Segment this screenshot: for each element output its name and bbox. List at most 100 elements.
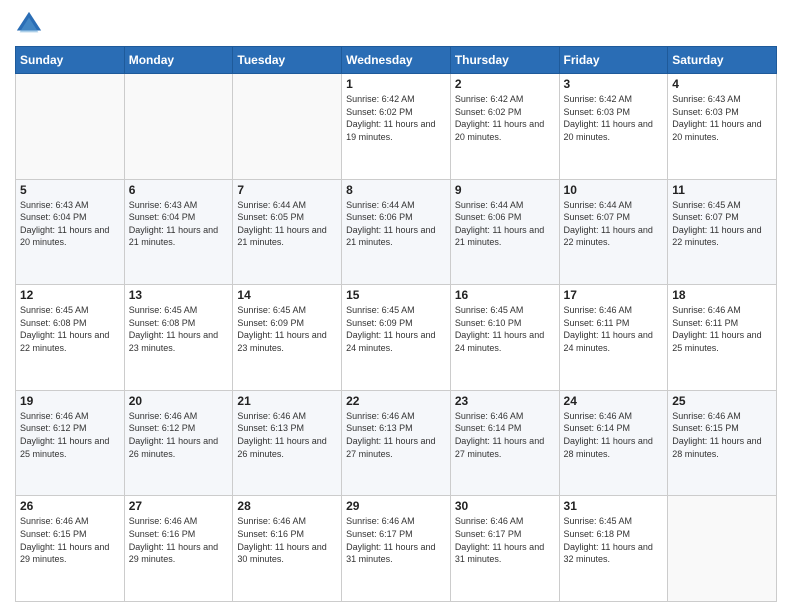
day-number: 19 (20, 394, 120, 408)
day-info: Sunrise: 6:43 AM Sunset: 6:04 PM Dayligh… (20, 199, 120, 249)
calendar-cell: 6 Sunrise: 6:43 AM Sunset: 6:04 PM Daylig… (124, 179, 233, 285)
calendar-week-row: 12 Sunrise: 6:45 AM Sunset: 6:08 PM Dayli… (16, 285, 777, 391)
calendar-cell: 15 Sunrise: 6:45 AM Sunset: 6:09 PM Dayli… (342, 285, 451, 391)
day-number: 14 (237, 288, 337, 302)
day-number: 17 (564, 288, 664, 302)
calendar-cell: 12 Sunrise: 6:45 AM Sunset: 6:08 PM Dayli… (16, 285, 125, 391)
day-info: Sunrise: 6:45 AM Sunset: 6:08 PM Dayligh… (129, 304, 229, 354)
day-number: 8 (346, 183, 446, 197)
day-number: 20 (129, 394, 229, 408)
calendar-cell: 13 Sunrise: 6:45 AM Sunset: 6:08 PM Dayli… (124, 285, 233, 391)
calendar-header-saturday: Saturday (668, 47, 777, 74)
calendar-cell: 24 Sunrise: 6:46 AM Sunset: 6:14 PM Dayli… (559, 390, 668, 496)
day-info: Sunrise: 6:46 AM Sunset: 6:11 PM Dayligh… (564, 304, 664, 354)
day-info: Sunrise: 6:46 AM Sunset: 6:15 PM Dayligh… (672, 410, 772, 460)
day-number: 26 (20, 499, 120, 513)
page: SundayMondayTuesdayWednesdayThursdayFrid… (0, 0, 792, 612)
day-number: 18 (672, 288, 772, 302)
calendar-cell (124, 74, 233, 180)
day-info: Sunrise: 6:45 AM Sunset: 6:10 PM Dayligh… (455, 304, 555, 354)
day-number: 27 (129, 499, 229, 513)
calendar-cell: 25 Sunrise: 6:46 AM Sunset: 6:15 PM Dayli… (668, 390, 777, 496)
calendar-cell: 3 Sunrise: 6:42 AM Sunset: 6:03 PM Daylig… (559, 74, 668, 180)
calendar-week-row: 26 Sunrise: 6:46 AM Sunset: 6:15 PM Dayli… (16, 496, 777, 602)
calendar-cell: 20 Sunrise: 6:46 AM Sunset: 6:12 PM Dayli… (124, 390, 233, 496)
day-info: Sunrise: 6:46 AM Sunset: 6:13 PM Dayligh… (346, 410, 446, 460)
calendar-header-tuesday: Tuesday (233, 47, 342, 74)
day-info: Sunrise: 6:46 AM Sunset: 6:14 PM Dayligh… (455, 410, 555, 460)
calendar-cell: 2 Sunrise: 6:42 AM Sunset: 6:02 PM Daylig… (450, 74, 559, 180)
calendar-table: SundayMondayTuesdayWednesdayThursdayFrid… (15, 46, 777, 602)
day-number: 4 (672, 77, 772, 91)
calendar-cell: 8Sunrise: 6:44 AM Sunset: 6:06 PM Daylig… (342, 179, 451, 285)
day-number: 13 (129, 288, 229, 302)
calendar-cell: 1Sunrise: 6:42 AM Sunset: 6:02 PM Daylig… (342, 74, 451, 180)
header (15, 10, 777, 38)
day-info: Sunrise: 6:45 AM Sunset: 6:08 PM Dayligh… (20, 304, 120, 354)
day-number: 9 (455, 183, 555, 197)
day-info: Sunrise: 6:45 AM Sunset: 6:09 PM Dayligh… (346, 304, 446, 354)
calendar-cell: 4 Sunrise: 6:43 AM Sunset: 6:03 PM Daylig… (668, 74, 777, 180)
day-info: Sunrise: 6:44 AM Sunset: 6:07 PM Dayligh… (564, 199, 664, 249)
calendar-cell: 19 Sunrise: 6:46 AM Sunset: 6:12 PM Dayli… (16, 390, 125, 496)
logo (15, 10, 47, 38)
day-number: 22 (346, 394, 446, 408)
day-info: Sunrise: 6:46 AM Sunset: 6:17 PM Dayligh… (455, 515, 555, 565)
calendar-cell: 31 Sunrise: 6:45 AM Sunset: 6:18 PM Dayli… (559, 496, 668, 602)
calendar-cell: 26 Sunrise: 6:46 AM Sunset: 6:15 PM Dayli… (16, 496, 125, 602)
calendar-cell: 18 Sunrise: 6:46 AM Sunset: 6:11 PM Dayli… (668, 285, 777, 391)
day-info: Sunrise: 6:42 AM Sunset: 6:02 PM Dayligh… (346, 93, 446, 143)
calendar-week-row: 1Sunrise: 6:42 AM Sunset: 6:02 PM Daylig… (16, 74, 777, 180)
calendar-cell: 29 Sunrise: 6:46 AM Sunset: 6:17 PM Dayli… (342, 496, 451, 602)
day-info: Sunrise: 6:46 AM Sunset: 6:11 PM Dayligh… (672, 304, 772, 354)
day-number: 15 (346, 288, 446, 302)
day-number: 5 (20, 183, 120, 197)
day-info: Sunrise: 6:42 AM Sunset: 6:03 PM Dayligh… (564, 93, 664, 143)
day-number: 10 (564, 183, 664, 197)
day-info: Sunrise: 6:44 AM Sunset: 6:05 PM Dayligh… (237, 199, 337, 249)
day-number: 3 (564, 77, 664, 91)
day-info: Sunrise: 6:43 AM Sunset: 6:04 PM Dayligh… (129, 199, 229, 249)
day-info: Sunrise: 6:46 AM Sunset: 6:13 PM Dayligh… (237, 410, 337, 460)
day-number: 24 (564, 394, 664, 408)
day-info: Sunrise: 6:46 AM Sunset: 6:16 PM Dayligh… (237, 515, 337, 565)
day-number: 6 (129, 183, 229, 197)
calendar-week-row: 5 Sunrise: 6:43 AM Sunset: 6:04 PM Daylig… (16, 179, 777, 285)
calendar-header-row: SundayMondayTuesdayWednesdayThursdayFrid… (16, 47, 777, 74)
calendar-cell: 17 Sunrise: 6:46 AM Sunset: 6:11 PM Dayli… (559, 285, 668, 391)
day-number: 28 (237, 499, 337, 513)
calendar-cell: 10 Sunrise: 6:44 AM Sunset: 6:07 PM Dayli… (559, 179, 668, 285)
day-info: Sunrise: 6:46 AM Sunset: 6:14 PM Dayligh… (564, 410, 664, 460)
calendar-cell: 28 Sunrise: 6:46 AM Sunset: 6:16 PM Dayli… (233, 496, 342, 602)
day-info: Sunrise: 6:46 AM Sunset: 6:12 PM Dayligh… (20, 410, 120, 460)
calendar-cell (233, 74, 342, 180)
calendar-cell: 23Sunrise: 6:46 AM Sunset: 6:14 PM Dayli… (450, 390, 559, 496)
day-number: 30 (455, 499, 555, 513)
calendar-cell: 27 Sunrise: 6:46 AM Sunset: 6:16 PM Dayli… (124, 496, 233, 602)
day-number: 16 (455, 288, 555, 302)
calendar-week-row: 19 Sunrise: 6:46 AM Sunset: 6:12 PM Dayli… (16, 390, 777, 496)
calendar-cell: 7Sunrise: 6:44 AM Sunset: 6:05 PM Daylig… (233, 179, 342, 285)
calendar-header-wednesday: Wednesday (342, 47, 451, 74)
day-info: Sunrise: 6:43 AM Sunset: 6:03 PM Dayligh… (672, 93, 772, 143)
day-info: Sunrise: 6:44 AM Sunset: 6:06 PM Dayligh… (455, 199, 555, 249)
day-number: 31 (564, 499, 664, 513)
calendar-cell (16, 74, 125, 180)
calendar-header-thursday: Thursday (450, 47, 559, 74)
day-info: Sunrise: 6:46 AM Sunset: 6:17 PM Dayligh… (346, 515, 446, 565)
calendar-cell: 22 Sunrise: 6:46 AM Sunset: 6:13 PM Dayli… (342, 390, 451, 496)
day-info: Sunrise: 6:46 AM Sunset: 6:12 PM Dayligh… (129, 410, 229, 460)
day-info: Sunrise: 6:45 AM Sunset: 6:09 PM Dayligh… (237, 304, 337, 354)
day-number: 2 (455, 77, 555, 91)
calendar-cell: 11Sunrise: 6:45 AM Sunset: 6:07 PM Dayli… (668, 179, 777, 285)
day-number: 12 (20, 288, 120, 302)
calendar-cell: 9 Sunrise: 6:44 AM Sunset: 6:06 PM Daylig… (450, 179, 559, 285)
day-number: 25 (672, 394, 772, 408)
calendar-cell: 14 Sunrise: 6:45 AM Sunset: 6:09 PM Dayli… (233, 285, 342, 391)
day-number: 29 (346, 499, 446, 513)
day-info: Sunrise: 6:45 AM Sunset: 6:18 PM Dayligh… (564, 515, 664, 565)
day-info: Sunrise: 6:46 AM Sunset: 6:15 PM Dayligh… (20, 515, 120, 565)
day-info: Sunrise: 6:42 AM Sunset: 6:02 PM Dayligh… (455, 93, 555, 143)
calendar-header-monday: Monday (124, 47, 233, 74)
day-info: Sunrise: 6:46 AM Sunset: 6:16 PM Dayligh… (129, 515, 229, 565)
